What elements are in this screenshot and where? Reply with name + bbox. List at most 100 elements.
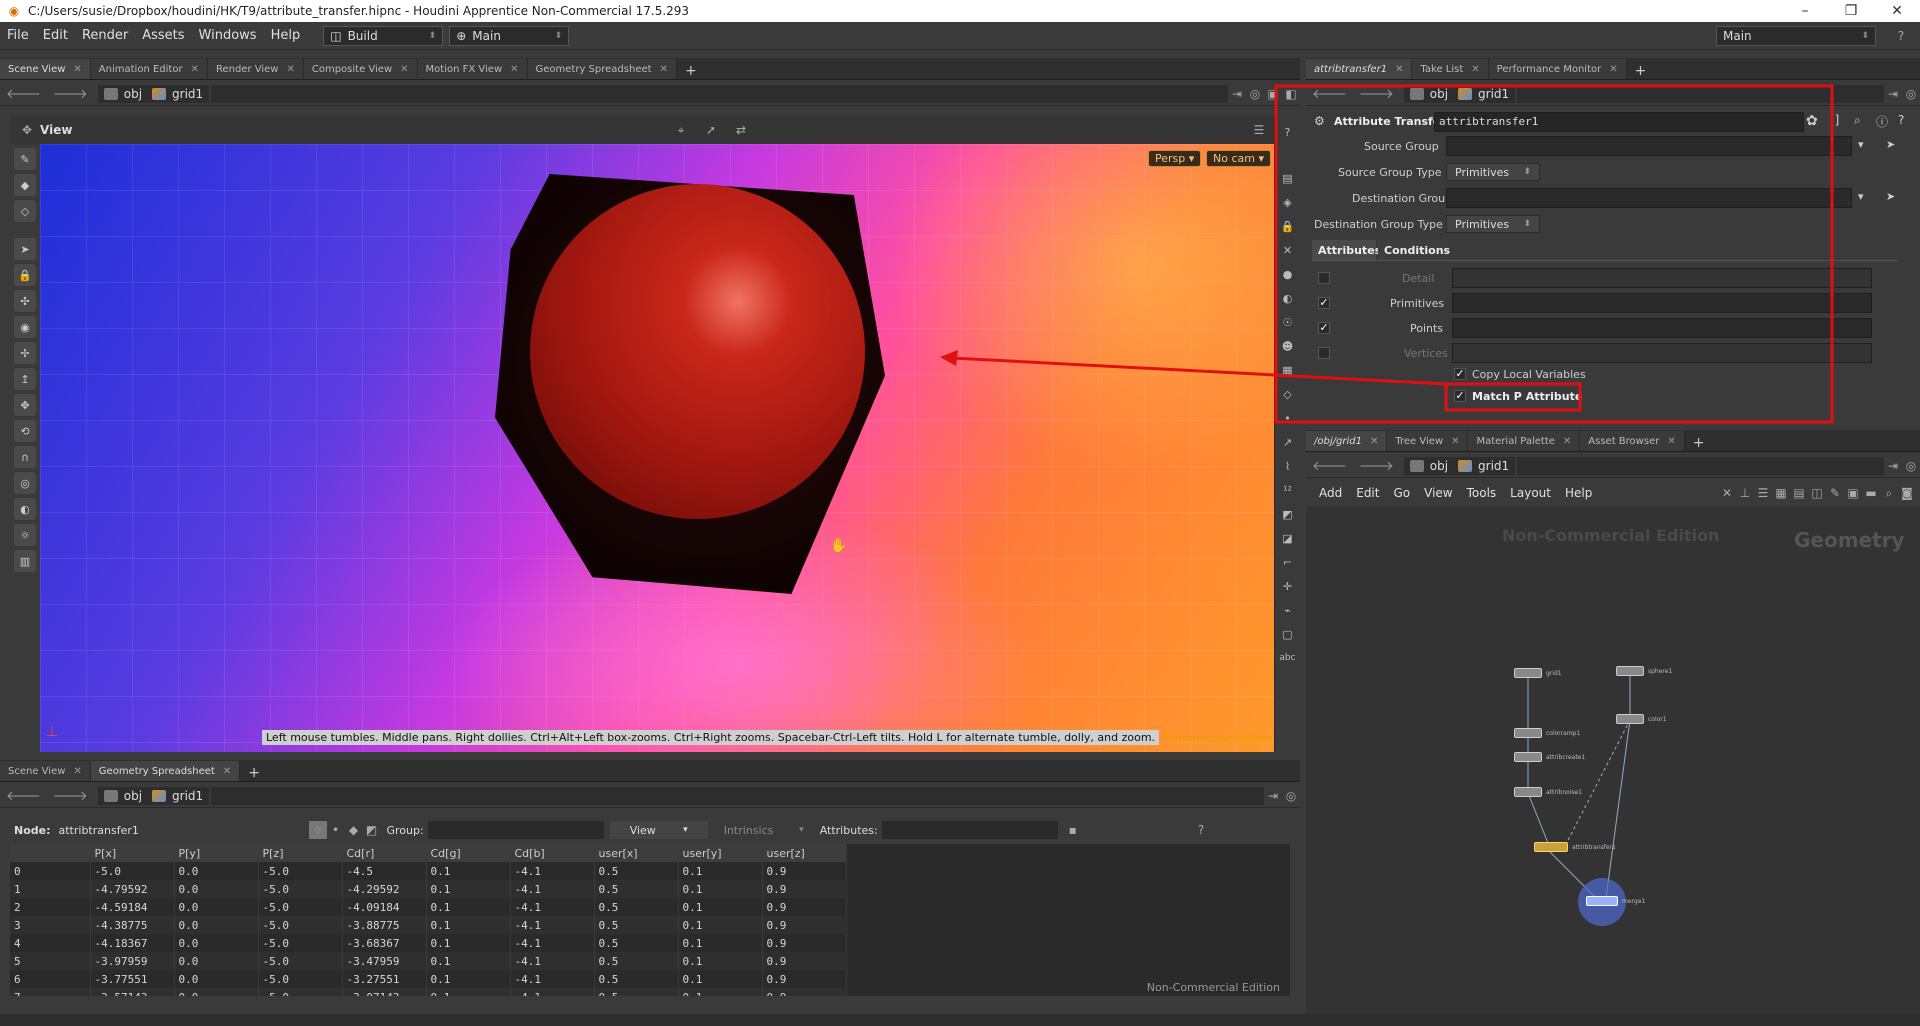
- pin-icon[interactable]: ⇥: [1884, 457, 1902, 475]
- breadcrumb-node[interactable]: grid1: [1478, 87, 1509, 101]
- close-button[interactable]: ✕: [1874, 3, 1920, 19]
- tool-light-icon[interactable]: ☼: [14, 524, 36, 546]
- tab-animation-editor[interactable]: Animation Editor ✕: [90, 59, 208, 79]
- breadcrumb[interactable]: obj grid1: [97, 786, 210, 805]
- handle-display-icon[interactable]: ⌁: [1280, 602, 1296, 618]
- breadcrumb-obj[interactable]: obj: [1430, 459, 1448, 473]
- breadcrumb-obj[interactable]: obj: [124, 87, 142, 101]
- prims-mode-icon[interactable]: ◆: [345, 821, 363, 839]
- source-group-type-menu[interactable]: Primitives ⬍: [1446, 163, 1540, 181]
- help-icon[interactable]: ?: [1892, 27, 1910, 45]
- tab-geometry-spreadsheet-bottom[interactable]: Geometry Spreadsheet ✕: [90, 761, 241, 781]
- tab-performance-monitor[interactable]: Performance Monitor ✕: [1488, 59, 1627, 79]
- node-grid1[interactable]: [1514, 668, 1542, 678]
- tab-scene-view-bottom[interactable]: Scene View ✕: [0, 761, 91, 781]
- back-arrow-icon[interactable]: 🡐: [0, 86, 47, 102]
- back-arrow-icon[interactable]: 🡐: [1306, 458, 1353, 474]
- table-row[interactable]: 7-3.571430.0-5.0-3.071430.1-4.10.50.10.9: [10, 988, 847, 996]
- tool-dynamics-icon[interactable]: ◉: [14, 316, 36, 338]
- vertices-field[interactable]: [1452, 343, 1872, 363]
- points-mode-icon[interactable]: ⁘: [308, 821, 327, 839]
- tool-handles-icon[interactable]: ✢: [14, 342, 36, 364]
- image-icon[interactable]: ▣: [1844, 484, 1862, 502]
- persp-menu-button[interactable]: Persp ▾: [1148, 150, 1202, 167]
- forward-arrow-icon[interactable]: 🡒: [1353, 86, 1400, 102]
- ghost-icon[interactable]: ✕: [1280, 242, 1296, 258]
- close-icon[interactable]: ✕: [1609, 64, 1617, 75]
- display-options-icon[interactable]: ☰: [1250, 121, 1268, 139]
- chevron-down-icon[interactable]: ▾: [1858, 138, 1864, 151]
- table-row[interactable]: 1 -4.79592 0.0 -5.0 -4.29592 0.1 -4.1 0.5 0.1 0.9: [10, 880, 847, 898]
- path-field[interactable]: [211, 84, 1228, 103]
- pin-icon[interactable]: ⇥: [1228, 85, 1246, 103]
- help-icon[interactable]: ?: [1280, 124, 1296, 140]
- table-row[interactable]: 6 -3.77551 0.0 -5.0 -3.27551 0.1 -4.1 0.5 0.1 0.9: [10, 970, 847, 988]
- menu-edit[interactable]: Edit: [36, 28, 75, 43]
- note-icon[interactable]: ✎: [1826, 484, 1844, 502]
- menu-assets[interactable]: Assets: [135, 28, 191, 43]
- points-checkbox[interactable]: ✓: [1318, 322, 1330, 334]
- select-arrow-icon[interactable]: ➤: [1886, 190, 1895, 203]
- tab-conditions[interactable]: Conditions: [1378, 240, 1450, 260]
- network-box-icon[interactable]: ▬: [1862, 484, 1880, 502]
- tool-view-icon[interactable]: ◎: [14, 472, 36, 494]
- attributes-field[interactable]: [881, 821, 1058, 839]
- snap-icon[interactable]: ⌖: [672, 121, 690, 139]
- breadcrumb[interactable]: obj grid1: [1403, 84, 1516, 103]
- camera-icon[interactable]: ◙: [1898, 484, 1916, 502]
- gear-icon[interactable]: ✿: [1806, 113, 1818, 129]
- chevron-down-icon[interactable]: ▾: [1858, 190, 1864, 203]
- light-display-icon[interactable]: ◐: [1280, 290, 1296, 306]
- points-field[interactable]: [1452, 318, 1872, 338]
- intrinsics-menu[interactable]: Intrinsics ▾: [714, 821, 814, 839]
- tab-tree-view[interactable]: Tree View ✕: [1387, 431, 1469, 451]
- tab-attributes[interactable]: Attributes: [1312, 240, 1381, 260]
- dest-group-field[interactable]: [1446, 188, 1852, 208]
- table-row[interactable]: 2 -4.59184 0.0 -5.0 -4.09184 0.1 -4.1 0.5 0.1 0.9: [10, 898, 847, 916]
- text-display-icon[interactable]: abc: [1279, 650, 1295, 666]
- desktop-build-combo[interactable]: ◫ Build ⬍: [323, 25, 444, 46]
- tool-pose-icon[interactable]: ✣: [14, 290, 36, 312]
- node-colorramp1[interactable]: [1514, 728, 1542, 738]
- origin-display-icon[interactable]: ✛: [1280, 578, 1296, 594]
- 3d-viewport[interactable]: Persp ▾ No cam ▾ Non-Commercial Edition …: [40, 144, 1274, 752]
- close-icon[interactable]: ✕: [286, 64, 294, 75]
- snapshot-icon[interactable]: ◧: [1282, 85, 1300, 103]
- select-arrow-icon[interactable]: ➤: [1886, 138, 1895, 151]
- tab-composite-view[interactable]: Composite View ✕: [303, 59, 418, 79]
- close-icon[interactable]: ✕: [223, 766, 231, 777]
- add-tab-button[interactable]: +: [1685, 435, 1713, 451]
- layer-display-icon[interactable]: ◪: [1280, 530, 1296, 546]
- breadcrumb[interactable]: obj grid1: [1403, 456, 1516, 475]
- tab-obj-grid1[interactable]: /obj/grid1 ✕: [1306, 431, 1388, 451]
- vertex-display-icon[interactable]: ⌇: [1280, 458, 1296, 474]
- close-icon[interactable]: ✕: [73, 766, 81, 777]
- node-attribcreate1[interactable]: [1514, 752, 1542, 762]
- back-arrow-icon[interactable]: 🡐: [0, 788, 47, 804]
- close-icon[interactable]: ✕: [1667, 436, 1675, 447]
- close-icon[interactable]: ✕: [191, 64, 199, 75]
- code-icon[interactable]: []: [1830, 113, 1839, 127]
- tab-scene-view[interactable]: Scene View ✕: [0, 59, 91, 79]
- close-icon[interactable]: ✕: [510, 64, 518, 75]
- path-field[interactable]: [211, 786, 1264, 805]
- path-field[interactable]: [1517, 84, 1884, 103]
- help-icon[interactable]: ?: [1898, 113, 1904, 127]
- minimize-button[interactable]: –: [1782, 3, 1828, 19]
- back-arrow-icon[interactable]: 🡐: [1306, 86, 1353, 102]
- link-icon[interactable]: ◎: [1246, 85, 1264, 103]
- transform-icon[interactable]: ⇄: [732, 121, 750, 139]
- red-sphere-object[interactable]: [530, 184, 865, 519]
- layout-icon[interactable]: ◫: [1808, 484, 1826, 502]
- table-row[interactable]: 0 -5.0 0.0 -5.0 -4.5 0.1 -4.1 0.5 0.1 0.9: [10, 862, 847, 880]
- guide-display-icon[interactable]: ⌐: [1280, 554, 1296, 570]
- tab-motion-fx-view[interactable]: Motion FX View ✕: [417, 59, 528, 79]
- breadcrumb-node[interactable]: grid1: [172, 87, 203, 101]
- tree-icon[interactable]: ⊥: [1736, 484, 1754, 502]
- lock-icon[interactable]: 🔒: [14, 264, 36, 286]
- tool-brush-icon[interactable]: ◆: [14, 174, 36, 196]
- tool-magnet-icon[interactable]: ∩: [14, 446, 36, 468]
- forward-arrow-icon[interactable]: 🡒: [47, 86, 94, 102]
- column-header[interactable]: P[x]: [90, 844, 175, 862]
- net-menu-view[interactable]: View: [1417, 486, 1459, 500]
